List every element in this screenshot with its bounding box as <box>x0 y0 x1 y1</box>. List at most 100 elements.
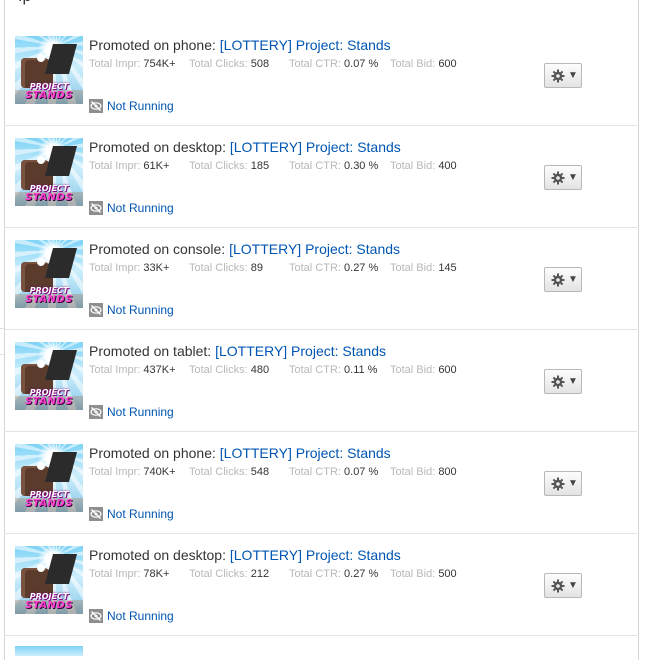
eye-slash-icon <box>89 201 103 215</box>
gear-icon <box>551 273 565 287</box>
caret-down-icon: ▼ <box>568 580 578 591</box>
caret-down-icon: ▼ <box>568 274 578 285</box>
ad-name-link[interactable]: [LOTTERY] Project: Stands <box>220 37 391 53</box>
ad-status: Not Running <box>89 405 174 419</box>
ad-stats: Total Impr: 437K+ Total Clicks: 480 Total … <box>89 364 465 376</box>
ad-thumbnail[interactable]: PROJECT STANDS <box>15 444 83 512</box>
status-link[interactable]: Not Running <box>107 303 174 317</box>
stat-ctr: Total CTR: 0.27 % <box>289 262 379 274</box>
stat-impressions: Total Impr: 437K+ <box>89 364 176 376</box>
settings-dropdown-button[interactable]: ▼ <box>544 63 582 88</box>
stat-impressions: Total Impr: 754K+ <box>89 58 176 70</box>
stat-ctr: Total CTR: 0.27 % <box>289 568 379 580</box>
settings-dropdown-button[interactable]: ▼ <box>544 267 582 292</box>
stat-impressions: Total Impr: 61K+ <box>89 160 170 172</box>
thumbnail-logo: PROJECT STANDS <box>25 184 73 203</box>
stat-clicks: Total Clicks: 212 <box>189 568 270 580</box>
stat-bid: Total Bid: 600 <box>390 364 457 376</box>
ad-list: PROJECT STANDS Promoted on phone: [LOTTE… <box>4 24 637 636</box>
ad-stats: Total Impr: 740K+ Total Clicks: 548 Total … <box>89 466 465 478</box>
thumbnail-logo: PROJECT STANDS <box>25 82 73 101</box>
ad-status: Not Running <box>89 303 174 317</box>
caret-down-icon: ▼ <box>568 70 578 81</box>
ad-row: PROJECT STANDS Promoted on desktop: [LOT… <box>4 534 637 636</box>
ad-status: Not Running <box>89 201 174 215</box>
settings-dropdown-button[interactable]: ▼ <box>544 471 582 496</box>
ad-name-link[interactable]: [LOTTERY] Project: Stands <box>215 343 386 359</box>
ad-thumbnail[interactable]: PROJECT STANDS <box>15 546 83 614</box>
promoted-on-label: Promoted on tablet: <box>89 343 216 359</box>
status-link[interactable]: Not Running <box>107 99 174 113</box>
ad-status: Not Running <box>89 609 174 623</box>
ad-title: Promoted on tablet: [LOTTERY] Project: S… <box>89 343 386 359</box>
gear-icon <box>551 579 565 593</box>
thumbnail-logo: PROJECT STANDS <box>25 286 73 305</box>
stat-clicks: Total Clicks: 548 <box>189 466 270 478</box>
eye-slash-icon <box>89 405 103 419</box>
ad-title: Promoted on phone: [LOTTERY] Project: St… <box>89 445 391 461</box>
ad-stats: Total Impr: 61K+ Total Clicks: 185 Total C… <box>89 160 465 172</box>
status-link[interactable]: Not Running <box>107 507 174 521</box>
stat-impressions: Total Impr: 740K+ <box>89 466 176 478</box>
ad-title: Promoted on desktop: [LOTTERY] Project: … <box>89 547 401 563</box>
eye-slash-icon <box>89 303 103 317</box>
ad-name-link[interactable]: [LOTTERY] Project: Stands <box>230 139 401 155</box>
next-ad-thumbnail-peek <box>15 646 83 656</box>
gear-icon <box>551 171 565 185</box>
thumbnail-logo: PROJECT STANDS <box>25 388 73 407</box>
ad-row: PROJECT STANDS Promoted on tablet: [LOTT… <box>4 330 637 432</box>
status-link[interactable]: Not Running <box>107 609 174 623</box>
stat-bid: Total Bid: 145 <box>390 262 457 274</box>
stat-bid: Total Bid: 400 <box>390 160 457 172</box>
stat-impressions: Total Impr: 78K+ <box>89 568 170 580</box>
ad-status: Not Running <box>89 99 174 113</box>
ad-title: Promoted on desktop: [LOTTERY] Project: … <box>89 139 401 155</box>
stat-clicks: Total Clicks: 508 <box>189 58 270 70</box>
settings-dropdown-button[interactable]: ▼ <box>544 573 582 598</box>
gear-icon <box>551 69 565 83</box>
ad-thumbnail[interactable]: PROJECT STANDS <box>15 138 83 206</box>
stat-clicks: Total Clicks: 185 <box>189 160 270 172</box>
ad-status: Not Running <box>89 507 174 521</box>
ad-thumbnail[interactable]: PROJECT STANDS <box>15 240 83 308</box>
ad-stats: Total Impr: 754K+ Total Clicks: 508 Total … <box>89 58 465 70</box>
ad-name-link[interactable]: [LOTTERY] Project: Stands <box>229 241 400 257</box>
stat-clicks: Total Clicks: 89 <box>189 262 263 274</box>
promoted-on-label: Promoted on phone: <box>89 445 220 461</box>
ad-title: Promoted on console: [LOTTERY] Project: … <box>89 241 400 257</box>
promoted-on-label: Promoted on console: <box>89 241 230 257</box>
stat-ctr: Total CTR: 0.07 % <box>289 58 379 70</box>
ad-thumbnail[interactable]: PROJECT STANDS <box>15 36 83 104</box>
eye-slash-icon <box>89 609 103 623</box>
ad-row: PROJECT STANDS Promoted on phone: [LOTTE… <box>4 432 637 534</box>
promoted-on-label: Promoted on desktop: <box>89 547 230 563</box>
stat-bid: Total Bid: 500 <box>390 568 457 580</box>
ad-row: PROJECT STANDS Promoted on desktop: [LOT… <box>4 126 637 228</box>
ad-row: PROJECT STANDS Promoted on console: [LOT… <box>4 228 637 330</box>
ad-title: Promoted on phone: [LOTTERY] Project: St… <box>89 37 391 53</box>
ad-thumbnail[interactable]: PROJECT STANDS <box>15 342 83 410</box>
stat-bid: Total Bid: 800 <box>390 466 457 478</box>
settings-dropdown-button[interactable]: ▼ <box>544 165 582 190</box>
gear-icon <box>551 477 565 491</box>
caret-down-icon: ▼ <box>568 376 578 387</box>
thumbnail-logo: PROJECT STANDS <box>25 592 73 611</box>
caret-down-icon: ▼ <box>568 478 578 489</box>
stat-impressions: Total Impr: 33K+ <box>89 262 170 274</box>
stat-ctr: Total CTR: 0.07 % <box>289 466 379 478</box>
ad-stats: Total Impr: 33K+ Total Clicks: 89 Total CT… <box>89 262 465 274</box>
gear-icon <box>551 375 565 389</box>
stat-ctr: Total CTR: 0.11 % <box>289 364 378 376</box>
status-link[interactable]: Not Running <box>107 201 174 215</box>
ad-stats: Total Impr: 78K+ Total Clicks: 212 Total C… <box>89 568 465 580</box>
stat-clicks: Total Clicks: 480 <box>189 364 270 376</box>
ad-name-link[interactable]: [LOTTERY] Project: Stands <box>220 445 391 461</box>
promoted-on-label: Promoted on desktop: <box>89 139 230 155</box>
settings-dropdown-button[interactable]: ▼ <box>544 369 582 394</box>
ad-name-link[interactable]: [LOTTERY] Project: Stands <box>230 547 401 563</box>
eye-slash-icon <box>89 99 103 113</box>
thumbnail-logo: PROJECT STANDS <box>25 490 73 509</box>
status-link[interactable]: Not Running <box>107 405 174 419</box>
caret-down-icon: ▼ <box>568 172 578 183</box>
ad-row: PROJECT STANDS Promoted on phone: [LOTTE… <box>4 24 637 126</box>
